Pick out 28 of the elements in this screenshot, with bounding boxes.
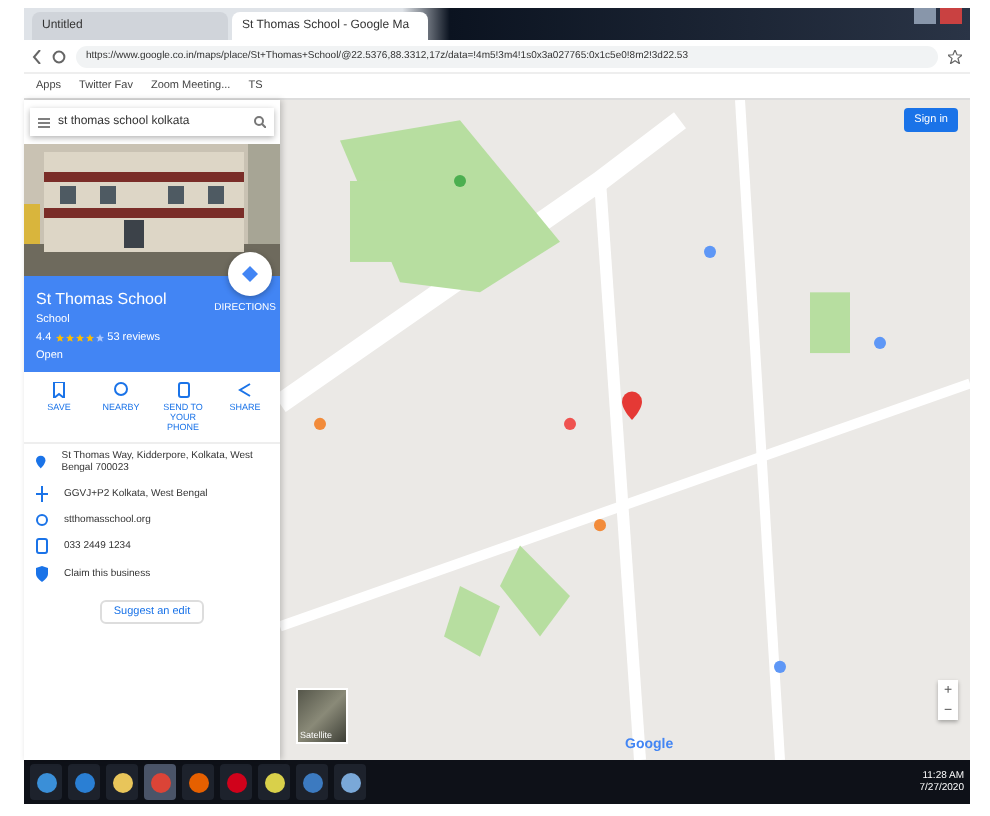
app-icon: [339, 771, 361, 793]
app-icon: [301, 771, 323, 793]
taskbar-button[interactable]: [334, 764, 366, 800]
share-icon: [238, 382, 252, 398]
app-icon: [263, 771, 285, 793]
taskbar-button[interactable]: [30, 764, 62, 800]
app-icon: [225, 771, 247, 793]
bookmark-icon: [52, 382, 66, 398]
folder-icon: [111, 771, 133, 793]
app-icon: [73, 771, 95, 793]
taskbar-button[interactable]: [258, 764, 290, 800]
taskbar-button[interactable]: [182, 764, 214, 800]
back-icon[interactable]: [32, 49, 42, 63]
directions-button[interactable]: [228, 252, 272, 296]
phone-icon: [177, 382, 189, 398]
taskbar-button[interactable]: [106, 764, 138, 800]
place-name: St Thomas School: [36, 290, 167, 308]
search-icon[interactable]: [254, 116, 266, 128]
app-icon: [149, 771, 171, 793]
directions-icon: [242, 266, 258, 282]
shield-icon: [36, 566, 48, 582]
pin-icon: [36, 454, 46, 470]
phone-icon: [36, 538, 48, 554]
app-icon: [35, 771, 57, 793]
reload-icon[interactable]: [52, 49, 66, 63]
app-icon: [187, 771, 209, 793]
menu-icon[interactable]: [38, 117, 50, 127]
star-icon[interactable]: [948, 49, 962, 63]
